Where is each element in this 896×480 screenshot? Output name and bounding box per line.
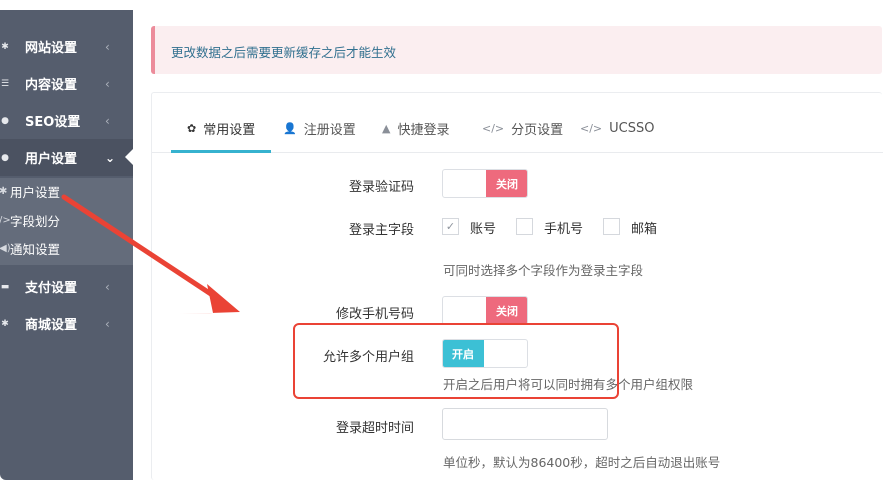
- cache-notice-alert: 更改数据之后需要更新缓存之后才能生效: [151, 26, 882, 74]
- sidebar-item-label: 网站设置: [25, 41, 78, 56]
- sidebar-subitem-label: 字段划分: [10, 213, 61, 229]
- tab-label: UCSSO: [609, 120, 655, 136]
- list-icon: ☰: [0, 78, 10, 89]
- modify-phone-toggle[interactable]: 关闭: [442, 296, 528, 325]
- checkmark-icon: ✓: [445, 220, 456, 233]
- sidebar-subitem-user-settings[interactable]: ✱ 用户设置: [0, 180, 133, 202]
- active-indicator: [125, 149, 133, 165]
- account-checkbox-label: 账号: [470, 222, 497, 237]
- chevron-left-icon: ‹: [105, 76, 110, 91]
- toggle-off-label: 关闭: [486, 297, 527, 324]
- gear-icon: ✱: [1, 41, 9, 52]
- sidebar-item-seo-settings[interactable]: ● SEO设置 ‹: [0, 102, 133, 139]
- chevron-left-icon: ‹: [105, 39, 110, 54]
- chevron-left-icon: ‹: [105, 279, 110, 294]
- sidebar-subitem-label: 通知设置: [10, 241, 61, 257]
- tab-label: 注册设置: [303, 122, 356, 138]
- modify-phone-label: 修改手机号码: [335, 307, 414, 322]
- login-timeout-input[interactable]: [442, 408, 608, 440]
- tab-bar: ✿ 常用设置 👤 注册设置 ▲ 快捷登录 </> 分页设置 </> UCSSO: [152, 93, 883, 153]
- email-checkbox[interactable]: [603, 218, 620, 235]
- sidebar-item-user-settings[interactable]: ● 用户设置 ⌄: [0, 139, 133, 176]
- cart-icon: ✱: [1, 318, 9, 329]
- sidebar-subitem-field-division[interactable]: /> 字段划分: [0, 209, 133, 231]
- card-icon: ▬: [0, 281, 10, 292]
- email-checkbox-label: 邮箱: [631, 222, 658, 237]
- tab-label: 分页设置: [511, 122, 564, 138]
- login-captcha-toggle[interactable]: 关闭: [442, 169, 528, 198]
- sidebar-item-label: SEO设置: [25, 115, 81, 130]
- app-window: ✱ 网站设置 ‹ ☰ 内容设置 ‹ ● SEO设置 ‹ ● 用户设置 ⌄ ✱ 用…: [0, 0, 896, 480]
- user-icon: ●: [1, 152, 9, 163]
- login-timeout-help: 单位秒，默认为86400秒，超时之后自动退出账号: [443, 455, 721, 470]
- tab-ucsso[interactable]: </> UCSSO: [580, 117, 654, 139]
- tab-pagination-settings[interactable]: </> 分页设置: [482, 117, 563, 139]
- login-timeout-label: 登录超时时间: [335, 421, 414, 436]
- tab-common-settings[interactable]: ✿ 常用设置: [187, 117, 255, 139]
- login-field-help: 可同时选择多个字段作为登录主字段: [443, 263, 644, 278]
- alert-text: 更改数据之后需要更新缓存之后才能生效: [171, 45, 397, 60]
- sidebar-item-content-settings[interactable]: ☰ 内容设置 ‹: [0, 65, 133, 102]
- chevron-down-icon: ⌄: [105, 150, 116, 165]
- code-icon: </>: [482, 121, 505, 135]
- sidebar-item-label: 商城设置: [25, 318, 78, 333]
- login-captcha-label: 登录验证码: [348, 180, 414, 195]
- sidebar-item-site-settings[interactable]: ✱ 网站设置 ‹: [0, 28, 133, 65]
- sidebar-subitem-notification-settings[interactable]: ◀) 通知设置: [0, 237, 133, 259]
- tab-register-settings[interactable]: 👤 注册设置: [283, 117, 356, 139]
- sidebar-item-label: 支付设置: [25, 281, 78, 296]
- login-field-label: 登录主字段: [348, 223, 414, 238]
- active-tab-indicator: [171, 150, 271, 153]
- tab-quick-login[interactable]: ▲ 快捷登录: [382, 117, 449, 139]
- globe-icon: ●: [1, 115, 9, 126]
- gear-icon: ✱: [0, 185, 8, 197]
- user-plus-icon: 👤: [283, 121, 297, 135]
- sidebar: ✱ 网站设置 ‹ ☰ 内容设置 ‹ ● SEO设置 ‹ ● 用户设置 ⌄ ✱ 用…: [0, 10, 133, 480]
- sidebar-item-payment-settings[interactable]: ▬ 支付设置 ‹: [0, 268, 133, 305]
- tab-label: 常用设置: [203, 122, 256, 138]
- sidebar-item-label: 用户设置: [25, 152, 78, 167]
- sidebar-submenu: ✱ 用户设置 /> 字段划分 ◀) 通知设置: [0, 178, 133, 265]
- gear-icon: ✿: [187, 121, 197, 135]
- toggle-off-label: 关闭: [486, 170, 527, 197]
- tab-label: 快捷登录: [397, 122, 450, 138]
- code-icon: </>: [580, 121, 603, 135]
- account-checkbox[interactable]: ✓: [442, 218, 459, 235]
- phone-checkbox[interactable]: [516, 218, 533, 235]
- bell-icon: ▲: [382, 121, 391, 135]
- phone-checkbox-label: 手机号: [544, 222, 584, 237]
- speaker-icon: ◀): [0, 242, 11, 254]
- annotation-highlight-box: [293, 323, 619, 399]
- sidebar-item-mall-settings[interactable]: ✱ 商城设置 ‹: [0, 305, 133, 342]
- sidebar-item-label: 内容设置: [25, 78, 78, 93]
- sidebar-subitem-label: 用户设置: [10, 184, 61, 200]
- chevron-left-icon: ‹: [105, 316, 110, 331]
- chevron-left-icon: ‹: [105, 113, 110, 128]
